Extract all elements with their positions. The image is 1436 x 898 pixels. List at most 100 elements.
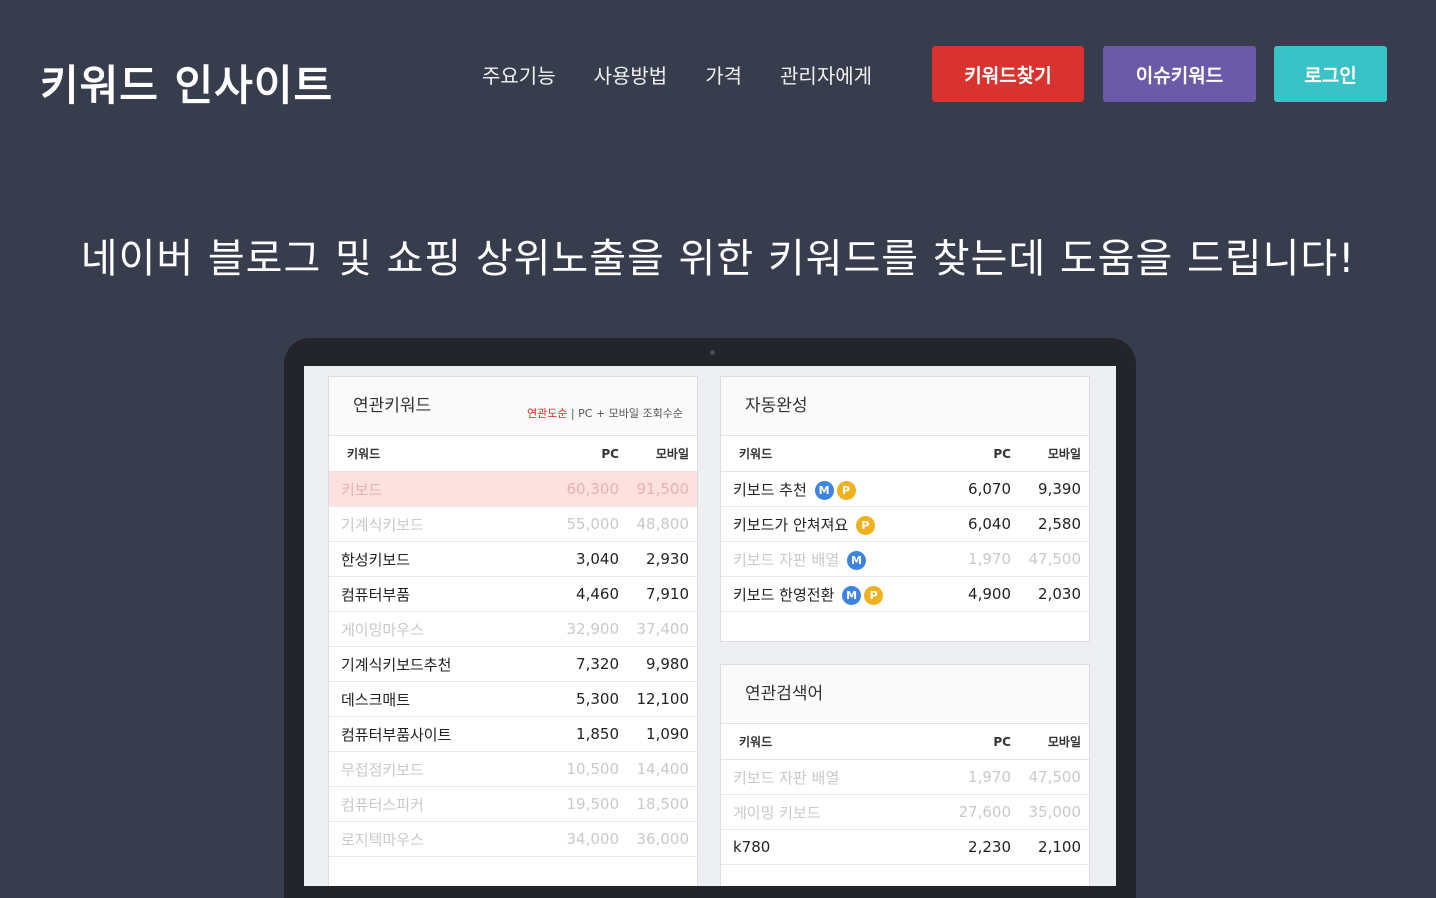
mobile-count: 1,090 [646, 725, 689, 743]
table-row[interactable]: 컴퓨터부품 4,460 7,910 [329, 577, 697, 612]
col-mobile: 모바일 [1047, 447, 1081, 461]
col-pc: PC [993, 734, 1011, 749]
related-search-panel: 연관검색어 키워드 PC 모바일 키보드 자판 배열 1,970 47,500 게이밍… [720, 664, 1090, 886]
table-row[interactable]: 데스크매트 5,300 12,100 [329, 682, 697, 717]
table-row[interactable]: 키보드 추천 M P 6,070 9,390 [721, 472, 1089, 507]
keyword-text: 키보드 [341, 480, 383, 499]
related-keywords-panel: 연관키워드 연관도순 | PC + 모바일 조회수순 키워드 PC 모바일 키보… [328, 376, 698, 886]
keyword-cell: 키보드가 안쳐져요 P [721, 514, 931, 535]
issue-keyword-button[interactable]: 이슈키워드 [1103, 46, 1256, 102]
mobile-count: 2,030 [1038, 585, 1081, 603]
table-row[interactable]: 로지텍마우스 34,000 36,000 [329, 822, 697, 857]
keyword-text: 데스크매트 [341, 690, 411, 709]
pc-count: 6,040 [968, 515, 1011, 533]
nav-pricing[interactable]: 가격 [705, 60, 742, 89]
keyword-cell: 데스크매트 [329, 689, 539, 710]
table-row[interactable]: 한성키보드 3,040 2,930 [329, 542, 697, 577]
related-keywords-header: 연관키워드 연관도순 | PC + 모바일 조회수순 [329, 377, 697, 436]
col-keyword: 키워드 [739, 735, 773, 749]
pc-count: 3,040 [576, 550, 619, 568]
mobile-count: 2,580 [1038, 515, 1081, 533]
mobile-count: 47,500 [1028, 768, 1082, 786]
main-nav: 주요기능 사용방법 가격 관리자에게 [482, 60, 910, 89]
table-row[interactable]: 기계식키보드추천 7,320 9,980 [329, 647, 697, 682]
mobile-count: 36,000 [636, 830, 690, 848]
nav-features[interactable]: 주요기능 [482, 60, 556, 89]
site-logo[interactable]: 키워드 인사이트 [40, 52, 333, 113]
keyword-cell: 게이밍 키보드 [721, 802, 931, 823]
autocomplete-panel: 자동완성 키워드 PC 모바일 키보드 추천 M P 6,070 9,390 키보드가 … [720, 376, 1090, 642]
panel-title: 자동완성 [745, 396, 808, 416]
mobile-count: 7,910 [646, 585, 689, 603]
table-row[interactable]: 키보드 자판 배열 M 1,970 47,500 [721, 542, 1089, 577]
keyword-cell: 키보드 한영전환 MP [721, 584, 931, 605]
laptop-camera [710, 350, 715, 355]
mobile-count: 48,800 [636, 515, 690, 533]
nav-contact-admin[interactable]: 관리자에게 [780, 60, 872, 89]
pc-count: 4,460 [576, 585, 619, 603]
sort-relevance[interactable]: 연관도순 [527, 407, 567, 420]
pc-count: 60,300 [566, 480, 620, 498]
keyword-text: 키보드 자판 배열 [733, 768, 840, 787]
table-row[interactable]: 무접점키보드 10,500 14,400 [329, 752, 697, 787]
hero-headline: 네이버 블로그 및 쇼핑 상위노출을 위한 키워드를 찾는데 도움을 드립니다! [80, 236, 1356, 282]
nav-howto[interactable]: 사용방법 [594, 60, 668, 89]
pc-badge-icon: P [836, 480, 856, 500]
keyword-cell: 로지텍마우스 [329, 829, 539, 850]
pc-count: 7,320 [576, 655, 619, 673]
pc-badge-icon: P [864, 585, 884, 605]
keyword-cell: 한성키보드 [329, 549, 539, 570]
keyword-cell: 컴퓨터부품사이트 [329, 724, 539, 745]
keyword-text: 키보드 한영전환 [733, 585, 835, 604]
table-row[interactable]: k780 2,230 2,100 [721, 830, 1089, 865]
pc-count: 1,850 [576, 725, 619, 743]
related-search-header: 연관검색어 [721, 665, 1089, 724]
keyword-text: 로지텍마우스 [341, 830, 424, 849]
table-row[interactable]: 기계식키보드 55,000 48,800 [329, 507, 697, 542]
autocomplete-header: 자동완성 [721, 377, 1089, 436]
table-row[interactable]: 게이밍마우스 32,900 37,400 [329, 612, 697, 647]
col-keyword: 키워드 [739, 447, 773, 461]
search-rows: 키보드 자판 배열 1,970 47,500 게이밍 키보드 27,600 35,000 k… [721, 760, 1089, 865]
keyword-text: 컴퓨터부품사이트 [341, 725, 452, 744]
table-row[interactable]: 키보드가 안쳐져요 P 6,040 2,580 [721, 507, 1089, 542]
col-mobile: 모바일 [1047, 735, 1081, 749]
table-header: 키워드 PC 모바일 [721, 724, 1089, 760]
pc-count: 32,900 [566, 620, 620, 638]
pc-count: 1,970 [968, 550, 1011, 568]
col-mobile: 모바일 [655, 447, 689, 461]
pc-count: 1,970 [968, 768, 1011, 786]
sort-note: 연관도순 | PC + 모바일 조회수순 [527, 405, 683, 421]
table-row[interactable]: 키보드 자판 배열 1,970 47,500 [721, 760, 1089, 795]
keyword-cell: 키보드 [329, 479, 539, 500]
mobile-count: 12,100 [636, 690, 690, 708]
sort-volume[interactable]: | PC + 모바일 조회수순 [567, 407, 683, 420]
table-row[interactable]: 컴퓨터부품사이트 1,850 1,090 [329, 717, 697, 752]
table-row[interactable]: 키보드 한영전환 M P 4,900 2,030 [721, 577, 1089, 612]
login-button[interactable]: 로그인 [1274, 46, 1387, 102]
keyword-text: 컴퓨터부품 [341, 585, 411, 604]
laptop-screen: 연관키워드 연관도순 | PC + 모바일 조회수순 키워드 PC 모바일 키보… [304, 366, 1116, 886]
mobile-count: 2,930 [646, 550, 689, 568]
mobile-count: 14,400 [636, 760, 690, 778]
mobile-count: 9,980 [646, 655, 689, 673]
keyword-text: 키보드 추천 [733, 480, 807, 499]
keyword-cell: 키보드 자판 배열 [721, 767, 931, 788]
autocomplete-rows: 키보드 추천 M P 6,070 9,390 키보드가 안쳐져요 P 6,040 2,580… [721, 472, 1089, 612]
keyword-text: 게이밍 키보드 [733, 803, 821, 822]
table-row[interactable]: 게이밍 키보드 27,600 35,000 [721, 795, 1089, 830]
mobile-badge-icon: M [846, 550, 866, 570]
find-keyword-button[interactable]: 키워드찾기 [932, 46, 1084, 102]
col-pc: PC [993, 446, 1011, 461]
keyword-text: 기계식키보드추천 [341, 655, 452, 674]
pc-count: 19,500 [566, 795, 620, 813]
mobile-count: 9,390 [1038, 480, 1081, 498]
table-row[interactable]: 키보드 60,300 91,500 [329, 472, 697, 507]
keyword-text: 한성키보드 [341, 550, 411, 569]
keyword-text: 게이밍마우스 [341, 620, 424, 639]
keyword-text: 컴퓨터스피커 [341, 795, 424, 814]
table-row[interactable]: 컴퓨터스피커 19,500 18,500 [329, 787, 697, 822]
keyword-text: 기계식키보드 [341, 515, 424, 534]
keyword-cell: 기계식키보드추천 [329, 654, 539, 675]
pc-count: 34,000 [566, 830, 620, 848]
